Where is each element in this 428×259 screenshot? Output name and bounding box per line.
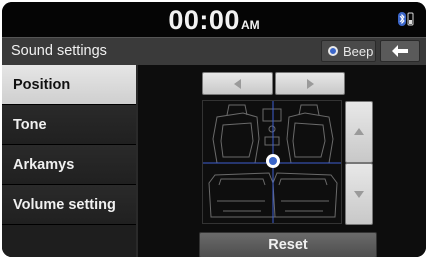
sidebar-item-label: Volume setting: [13, 196, 116, 213]
sidebar-item-arkamys[interactable]: Arkamys: [2, 145, 136, 185]
back-arrow-icon: [392, 45, 408, 57]
clock-ampm: AM: [240, 18, 260, 32]
title-bar: Sound settings Beep: [2, 37, 426, 66]
triangle-up-icon: [354, 128, 364, 135]
sidebar-item-label: Arkamys: [13, 156, 75, 173]
beep-label: Beep: [343, 43, 374, 59]
sidebar-item-tone[interactable]: Tone: [2, 105, 136, 145]
move-right-button[interactable]: [275, 72, 345, 95]
status-icons: [398, 11, 414, 29]
clock: 00:00AM: [2, 5, 426, 36]
page-title: Sound settings: [11, 43, 107, 59]
move-down-button[interactable]: [345, 163, 373, 225]
sidebar-empty-slot: [2, 225, 136, 257]
triangle-left-icon: [233, 78, 241, 89]
clock-time: 00:00: [168, 5, 240, 35]
beep-toggle[interactable]: Beep: [321, 40, 376, 62]
sidebar-item-volume-setting[interactable]: Volume setting: [2, 185, 136, 225]
sidebar-item-position[interactable]: Position: [2, 65, 136, 105]
status-bar: 00:00AM: [2, 2, 426, 37]
seat-position-map[interactable]: [202, 100, 342, 224]
beep-radio-icon: [328, 46, 338, 56]
sidebar-menu: Position Tone Arkamys Volume setting: [2, 65, 136, 257]
position-panel: Reset: [136, 65, 426, 257]
triangle-right-icon: [307, 78, 314, 89]
sidebar-item-label: Position: [13, 76, 71, 93]
car-seats-diagram: [203, 101, 341, 223]
triangle-down-icon: [354, 191, 364, 198]
back-button[interactable]: [380, 40, 420, 62]
bluetooth-icon: [398, 12, 414, 26]
head-unit-screen: 00:00AM Sound settings Beep Position Ton…: [2, 2, 426, 257]
reset-button[interactable]: Reset: [199, 232, 377, 257]
move-left-button[interactable]: [202, 72, 273, 95]
move-up-button[interactable]: [345, 101, 373, 163]
sidebar-item-label: Tone: [13, 116, 47, 133]
